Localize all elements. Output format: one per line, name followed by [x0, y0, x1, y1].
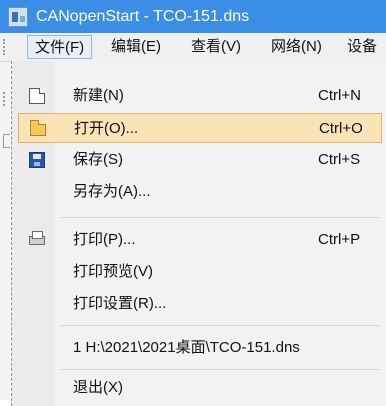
printer-icon [29, 231, 45, 245]
menu-item-print-setup[interactable]: 打印设置(R)... [18, 289, 382, 319]
open-folder-icon [30, 120, 46, 136]
menu-item-label: 打印设置(R)... [73, 295, 167, 312]
menu-edit[interactable]: 编辑(E) [104, 35, 168, 59]
app-icon [8, 6, 28, 27]
menu-item-new[interactable]: 新建(N) Ctrl+N [18, 81, 382, 111]
toolbar-grip-icon[interactable] [3, 39, 8, 55]
menu-bar: 文件(F) 编辑(E) 查看(V) 网络(N) 设备 [0, 33, 386, 62]
window-title: CANopenStart - TCO-151.dns [36, 7, 250, 25]
menu-item-save-as[interactable]: 另存为(A)... [18, 177, 382, 207]
menu-device[interactable]: 设备 [340, 35, 384, 59]
menu-item-open[interactable]: 打开(O)... Ctrl+O [18, 113, 382, 143]
menu-separator [60, 369, 380, 370]
menu-item-shortcut: Ctrl+N [318, 87, 361, 104]
menu-item-label: 1 H:\2021\2021桌面\TCO-151.dns [73, 339, 300, 356]
menu-separator [60, 217, 380, 218]
new-file-icon [29, 88, 45, 104]
menu-item-label: 打印(P)... [73, 231, 136, 248]
menu-item-print[interactable]: 打印(P)... Ctrl+P [18, 225, 382, 255]
background-window-edge [0, 62, 10, 400]
menu-item-recent-file[interactable]: 1 H:\2021\2021桌面\TCO-151.dns [18, 333, 382, 363]
menu-item-label: 退出(X) [73, 379, 123, 396]
file-dropdown-menu: 新建(N) Ctrl+N 打开(O)... Ctrl+O 保存(S) Ctrl+… [11, 61, 386, 406]
menu-item-save[interactable]: 保存(S) Ctrl+S [18, 145, 382, 175]
menu-item-shortcut: Ctrl+O [319, 120, 363, 137]
menu-network[interactable]: 网络(N) [264, 35, 329, 59]
menu-item-label: 保存(S) [73, 151, 123, 168]
menu-file[interactable]: 文件(F) [27, 35, 93, 59]
menu-item-exit[interactable]: 退出(X) [18, 373, 382, 403]
title-bar: CANopenStart - TCO-151.dns [0, 0, 386, 33]
menu-separator [60, 325, 380, 326]
menu-item-label: 打开(O)... [74, 120, 139, 137]
menu-item-label: 新建(N) [73, 87, 124, 104]
menu-item-label: 另存为(A)... [73, 183, 151, 200]
menu-view[interactable]: 查看(V) [184, 35, 248, 59]
menu-item-shortcut: Ctrl+S [318, 151, 361, 168]
menu-item-shortcut: Ctrl+P [318, 231, 361, 248]
menu-item-label: 打印预览(V) [73, 263, 153, 280]
save-disk-icon [29, 152, 45, 168]
menu-item-print-preview[interactable]: 打印预览(V) [18, 257, 382, 287]
